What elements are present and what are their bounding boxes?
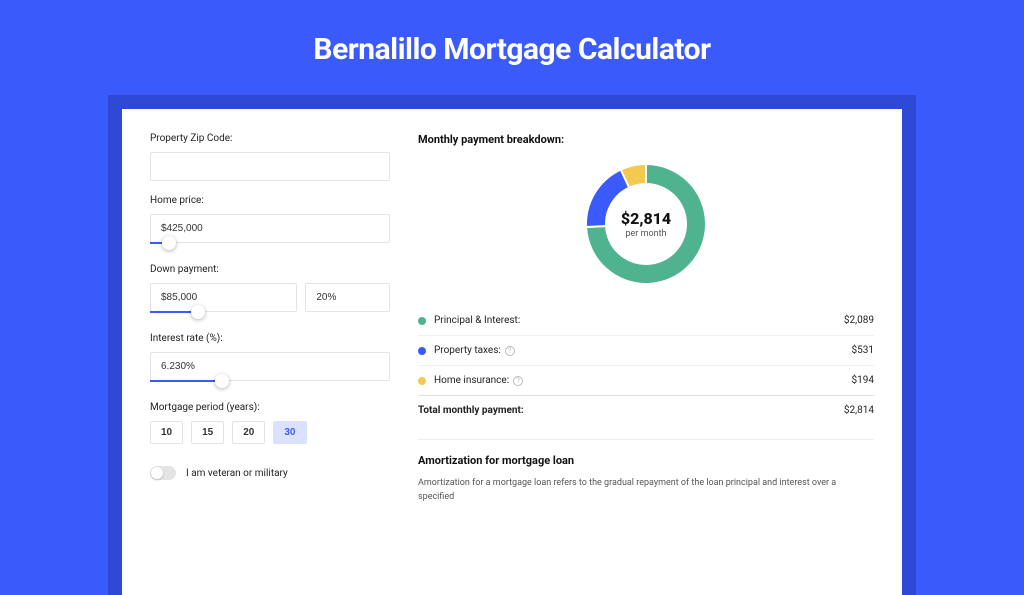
- legend-list: Principal & Interest:$2,089Property taxe…: [418, 306, 874, 425]
- legend-total-row: Total monthly payment:$2,814: [418, 395, 874, 425]
- down-label: Down payment:: [150, 264, 390, 275]
- legend-dot: [418, 317, 426, 325]
- donut-center-value: $2,814: [621, 209, 671, 228]
- period-button-20[interactable]: 20: [232, 421, 265, 444]
- price-input[interactable]: [150, 214, 390, 243]
- rate-slider-thumb[interactable]: [215, 374, 229, 388]
- info-icon[interactable]: ?: [505, 346, 515, 356]
- price-slider-thumb[interactable]: [162, 236, 176, 250]
- form-panel: Property Zip Code: Home price: Down paym…: [150, 133, 390, 595]
- zip-label: Property Zip Code:: [150, 133, 390, 144]
- price-label: Home price:: [150, 195, 390, 206]
- amortization-text: Amortization for a mortgage loan refers …: [418, 477, 874, 504]
- down-amount-input[interactable]: [150, 283, 297, 312]
- period-buttons: 10 15 20 30: [150, 421, 390, 444]
- rate-slider-fill: [150, 380, 222, 382]
- inner-band: Property Zip Code: Home price: Down paym…: [108, 95, 916, 595]
- calculator-card: Property Zip Code: Home price: Down paym…: [122, 109, 902, 595]
- amortization-section: Amortization for mortgage loan Amortizat…: [418, 439, 874, 504]
- zip-input[interactable]: [150, 152, 390, 181]
- info-icon[interactable]: ?: [513, 376, 523, 386]
- down-slider-thumb[interactable]: [191, 305, 205, 319]
- legend-row: Property taxes:?$531: [418, 335, 874, 365]
- amortization-title: Amortization for mortgage loan: [418, 454, 874, 467]
- breakdown-title: Monthly payment breakdown:: [418, 133, 874, 146]
- rate-label: Interest rate (%):: [150, 333, 390, 344]
- legend-amount: $531: [852, 345, 874, 356]
- breakdown-panel: Monthly payment breakdown: $2,814 per mo…: [418, 133, 874, 595]
- rate-input[interactable]: [150, 352, 390, 381]
- legend-amount: $2,089: [844, 315, 874, 326]
- period-button-30[interactable]: 30: [273, 421, 306, 444]
- veteran-toggle[interactable]: [150, 466, 176, 480]
- page-title: Bernalillo Mortgage Calculator: [0, 0, 1024, 95]
- legend-dot: [418, 347, 426, 355]
- legend-row: Home insurance:?$194: [418, 365, 874, 395]
- donut-chart: $2,814 per month: [418, 160, 874, 288]
- legend-amount: $194: [852, 375, 874, 386]
- rate-slider[interactable]: [150, 380, 390, 388]
- period-button-15[interactable]: 15: [191, 421, 224, 444]
- period-label: Mortgage period (years):: [150, 402, 390, 413]
- legend-row: Principal & Interest:$2,089: [418, 306, 874, 335]
- down-percent-input[interactable]: [305, 283, 390, 312]
- donut-center-sub: per month: [625, 229, 666, 239]
- total-amount: $2,814: [844, 405, 874, 416]
- legend-label: Property taxes:?: [434, 345, 852, 356]
- legend-label: Home insurance:?: [434, 375, 852, 386]
- down-slider[interactable]: [150, 311, 390, 319]
- total-label: Total monthly payment:: [418, 405, 844, 416]
- price-slider[interactable]: [150, 242, 390, 250]
- legend-dot: [418, 377, 426, 385]
- veteran-label: I am veteran or military: [186, 468, 288, 479]
- legend-label: Principal & Interest:: [434, 315, 844, 326]
- period-button-10[interactable]: 10: [150, 421, 183, 444]
